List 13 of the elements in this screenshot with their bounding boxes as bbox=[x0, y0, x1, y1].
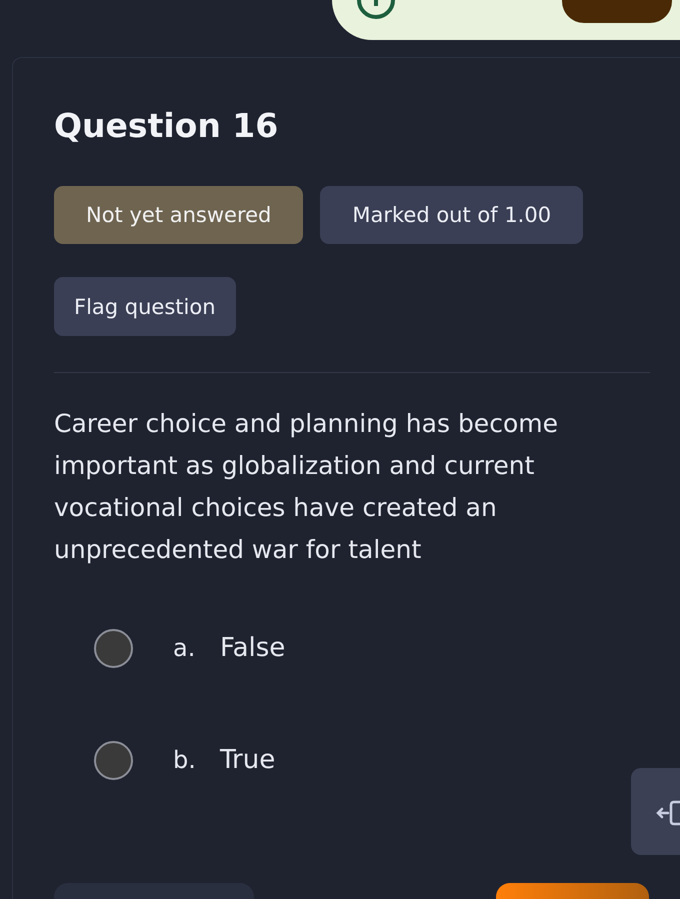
question-title: Question 16 bbox=[54, 105, 278, 147]
radio-button[interactable] bbox=[94, 628, 133, 668]
question-status: Not yet answered bbox=[54, 186, 304, 244]
option-label: True bbox=[220, 745, 276, 775]
drawer-button[interactable] bbox=[631, 768, 680, 855]
option-letter: a. bbox=[173, 634, 196, 662]
clock-icon bbox=[356, 0, 396, 20]
radio-button[interactable] bbox=[94, 740, 133, 780]
question-text: Career choice and planning has become important as globalization and current vocational choices have created an unprecedented war for talent bbox=[54, 408, 559, 566]
option-letter: b. bbox=[173, 746, 197, 774]
option-label: False bbox=[220, 633, 286, 663]
question-grade: Marked out of 1.00 bbox=[320, 186, 584, 244]
flag-question-button[interactable]: Flag question bbox=[54, 277, 236, 336]
